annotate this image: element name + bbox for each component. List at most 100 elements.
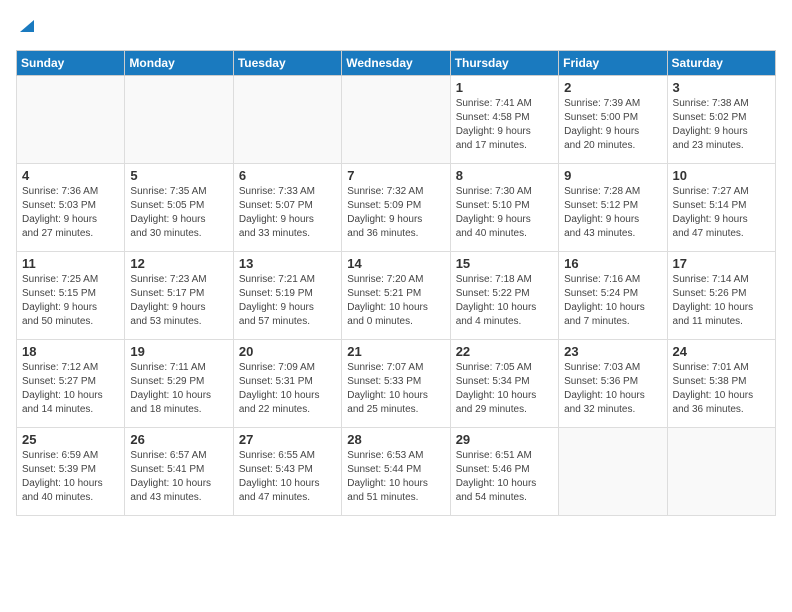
day-info: Sunrise: 7:38 AM Sunset: 5:02 PM Dayligh… (673, 97, 770, 153)
day-info: Sunrise: 7:03 AM Sunset: 5:36 PM Dayligh… (564, 361, 661, 417)
day-info: Sunrise: 7:07 AM Sunset: 5:33 PM Dayligh… (347, 361, 444, 417)
day-info: Sunrise: 7:35 AM Sunset: 5:05 PM Dayligh… (130, 185, 227, 241)
day-info: Sunrise: 7:39 AM Sunset: 5:00 PM Dayligh… (564, 97, 661, 153)
calendar-cell: 18 Sunrise: 7:12 AM Sunset: 5:27 PM Dayli… (17, 340, 125, 428)
day-info: Sunrise: 7:01 AM Sunset: 5:38 PM Dayligh… (673, 361, 770, 417)
day-number: 8 (456, 168, 553, 183)
calendar-cell: 23 Sunrise: 7:03 AM Sunset: 5:36 PM Dayli… (559, 340, 667, 428)
weekday-header-sunday: Sunday (17, 51, 125, 76)
calendar-week-row: 1Sunrise: 7:41 AM Sunset: 4:58 PM Daylig… (17, 76, 776, 164)
day-number: 27 (239, 432, 336, 447)
day-info: Sunrise: 7:21 AM Sunset: 5:19 PM Dayligh… (239, 273, 336, 329)
day-info: Sunrise: 7:11 AM Sunset: 5:29 PM Dayligh… (130, 361, 227, 417)
calendar-cell: 9 Sunrise: 7:28 AM Sunset: 5:12 PM Daylig… (559, 164, 667, 252)
weekday-header-monday: Monday (125, 51, 233, 76)
logo (16, 16, 36, 42)
calendar-cell: 22 Sunrise: 7:05 AM Sunset: 5:34 PM Dayli… (450, 340, 558, 428)
day-number: 24 (673, 344, 770, 359)
calendar-cell: 6 Sunrise: 7:33 AM Sunset: 5:07 PM Daylig… (233, 164, 341, 252)
day-number: 9 (564, 168, 661, 183)
day-info: Sunrise: 7:23 AM Sunset: 5:17 PM Dayligh… (130, 273, 227, 329)
calendar-cell: 14 Sunrise: 7:20 AM Sunset: 5:21 PM Dayli… (342, 252, 450, 340)
calendar-cell: 10Sunrise: 7:27 AM Sunset: 5:14 PM Dayli… (667, 164, 775, 252)
calendar-cell (125, 76, 233, 164)
day-number: 23 (564, 344, 661, 359)
day-info: Sunrise: 7:27 AM Sunset: 5:14 PM Dayligh… (673, 185, 770, 241)
day-info: Sunrise: 7:16 AM Sunset: 5:24 PM Dayligh… (564, 273, 661, 329)
day-info: Sunrise: 7:14 AM Sunset: 5:26 PM Dayligh… (673, 273, 770, 329)
day-number: 7 (347, 168, 444, 183)
day-number: 5 (130, 168, 227, 183)
calendar-cell: 5 Sunrise: 7:35 AM Sunset: 5:05 PM Daylig… (125, 164, 233, 252)
calendar-cell: 2 Sunrise: 7:39 AM Sunset: 5:00 PM Daylig… (559, 76, 667, 164)
calendar-cell (342, 76, 450, 164)
day-info: Sunrise: 7:30 AM Sunset: 5:10 PM Dayligh… (456, 185, 553, 241)
calendar-cell (17, 76, 125, 164)
day-info: Sunrise: 6:59 AM Sunset: 5:39 PM Dayligh… (22, 449, 119, 505)
day-number: 22 (456, 344, 553, 359)
weekday-header-friday: Friday (559, 51, 667, 76)
day-number: 20 (239, 344, 336, 359)
calendar-week-row: 25 Sunrise: 6:59 AM Sunset: 5:39 PM Dayli… (17, 428, 776, 516)
header (16, 16, 776, 42)
day-info: Sunrise: 7:32 AM Sunset: 5:09 PM Dayligh… (347, 185, 444, 241)
day-info: Sunrise: 7:05 AM Sunset: 5:34 PM Dayligh… (456, 361, 553, 417)
calendar-cell: 11 Sunrise: 7:25 AM Sunset: 5:15 PM Dayli… (17, 252, 125, 340)
weekday-header-wednesday: Wednesday (342, 51, 450, 76)
day-number: 17 (673, 256, 770, 271)
day-info: Sunrise: 7:41 AM Sunset: 4:58 PM Dayligh… (456, 97, 553, 153)
calendar-cell: 1Sunrise: 7:41 AM Sunset: 4:58 PM Daylig… (450, 76, 558, 164)
day-number: 28 (347, 432, 444, 447)
weekday-header-tuesday: Tuesday (233, 51, 341, 76)
day-info: Sunrise: 7:25 AM Sunset: 5:15 PM Dayligh… (22, 273, 119, 329)
calendar-container: SundayMondayTuesdayWednesdayThursdayFrid… (0, 0, 792, 524)
calendar-cell: 12 Sunrise: 7:23 AM Sunset: 5:17 PM Dayli… (125, 252, 233, 340)
calendar-cell: 21 Sunrise: 7:07 AM Sunset: 5:33 PM Dayli… (342, 340, 450, 428)
calendar-cell: 29 Sunrise: 6:51 AM Sunset: 5:46 PM Dayli… (450, 428, 558, 516)
calendar-cell: 25 Sunrise: 6:59 AM Sunset: 5:39 PM Dayli… (17, 428, 125, 516)
day-number: 6 (239, 168, 336, 183)
calendar-cell: 19 Sunrise: 7:11 AM Sunset: 5:29 PM Dayli… (125, 340, 233, 428)
day-info: Sunrise: 6:55 AM Sunset: 5:43 PM Dayligh… (239, 449, 336, 505)
day-number: 3 (673, 80, 770, 95)
day-number: 11 (22, 256, 119, 271)
calendar-week-row: 18 Sunrise: 7:12 AM Sunset: 5:27 PM Dayli… (17, 340, 776, 428)
calendar-week-row: 11 Sunrise: 7:25 AM Sunset: 5:15 PM Dayli… (17, 252, 776, 340)
weekday-header-thursday: Thursday (450, 51, 558, 76)
calendar-cell: 16Sunrise: 7:16 AM Sunset: 5:24 PM Dayli… (559, 252, 667, 340)
day-info: Sunrise: 7:12 AM Sunset: 5:27 PM Dayligh… (22, 361, 119, 417)
day-number: 19 (130, 344, 227, 359)
calendar-cell: 7 Sunrise: 7:32 AM Sunset: 5:09 PM Daylig… (342, 164, 450, 252)
logo-arrow-icon (18, 18, 36, 36)
calendar-cell (667, 428, 775, 516)
calendar-cell: 15 Sunrise: 7:18 AM Sunset: 5:22 PM Dayli… (450, 252, 558, 340)
day-info: Sunrise: 7:20 AM Sunset: 5:21 PM Dayligh… (347, 273, 444, 329)
day-number: 12 (130, 256, 227, 271)
calendar-cell: 4Sunrise: 7:36 AM Sunset: 5:03 PM Daylig… (17, 164, 125, 252)
calendar-week-row: 4Sunrise: 7:36 AM Sunset: 5:03 PM Daylig… (17, 164, 776, 252)
calendar-cell: 24 Sunrise: 7:01 AM Sunset: 5:38 PM Dayli… (667, 340, 775, 428)
day-number: 25 (22, 432, 119, 447)
day-number: 21 (347, 344, 444, 359)
day-number: 18 (22, 344, 119, 359)
calendar-cell: 28 Sunrise: 6:53 AM Sunset: 5:44 PM Dayli… (342, 428, 450, 516)
calendar-cell: 27 Sunrise: 6:55 AM Sunset: 5:43 PM Dayli… (233, 428, 341, 516)
calendar-cell: 13 Sunrise: 7:21 AM Sunset: 5:19 PM Dayli… (233, 252, 341, 340)
day-number: 15 (456, 256, 553, 271)
day-number: 14 (347, 256, 444, 271)
day-number: 13 (239, 256, 336, 271)
day-number: 29 (456, 432, 553, 447)
day-info: Sunrise: 7:18 AM Sunset: 5:22 PM Dayligh… (456, 273, 553, 329)
weekday-header-saturday: Saturday (667, 51, 775, 76)
day-number: 2 (564, 80, 661, 95)
day-info: Sunrise: 7:36 AM Sunset: 5:03 PM Dayligh… (22, 185, 119, 241)
calendar-table: SundayMondayTuesdayWednesdayThursdayFrid… (16, 50, 776, 516)
day-info: Sunrise: 6:57 AM Sunset: 5:41 PM Dayligh… (130, 449, 227, 505)
calendar-cell (559, 428, 667, 516)
day-info: Sunrise: 6:53 AM Sunset: 5:44 PM Dayligh… (347, 449, 444, 505)
day-info: Sunrise: 6:51 AM Sunset: 5:46 PM Dayligh… (456, 449, 553, 505)
calendar-cell (233, 76, 341, 164)
day-info: Sunrise: 7:28 AM Sunset: 5:12 PM Dayligh… (564, 185, 661, 241)
day-info: Sunrise: 7:33 AM Sunset: 5:07 PM Dayligh… (239, 185, 336, 241)
day-info: Sunrise: 7:09 AM Sunset: 5:31 PM Dayligh… (239, 361, 336, 417)
